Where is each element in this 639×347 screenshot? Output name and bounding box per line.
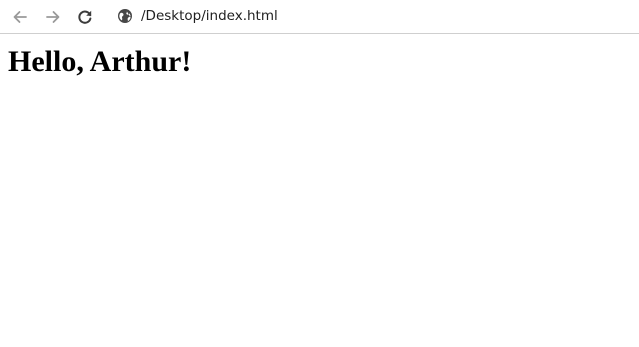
browser-toolbar: /Desktop/index.html <box>0 0 639 34</box>
url-text[interactable]: /Desktop/index.html <box>141 8 278 24</box>
forward-button[interactable] <box>41 5 65 29</box>
page-heading: Hello, Arthur! <box>8 45 192 78</box>
arrow-right-icon <box>44 8 62 26</box>
back-button[interactable] <box>8 5 32 29</box>
address-bar[interactable]: /Desktop/index.html <box>108 2 628 30</box>
reload-button[interactable] <box>73 5 97 29</box>
arrow-left-icon <box>11 8 29 26</box>
globe-icon[interactable] <box>116 7 134 25</box>
page-content: Hello, Arthur! <box>0 35 639 347</box>
reload-icon <box>76 8 94 26</box>
